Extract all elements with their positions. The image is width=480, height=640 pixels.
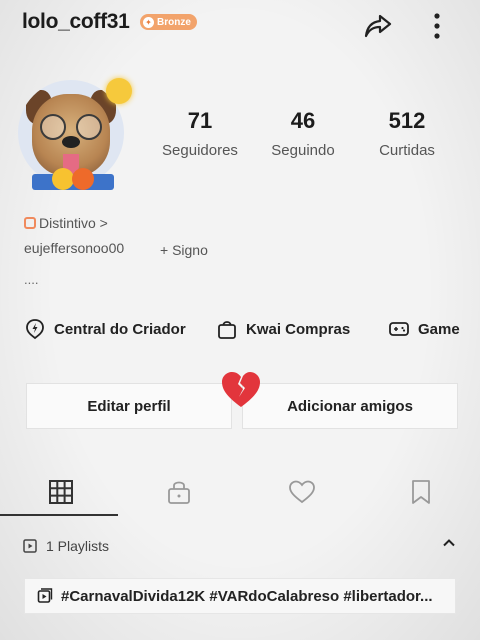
avatar-face <box>32 94 110 176</box>
creator-center-shortcut[interactable]: Central do Criador <box>24 318 186 340</box>
following-count: 46 <box>290 108 316 133</box>
badge-label: Bronze <box>157 16 191 28</box>
shopping-bag-icon <box>218 321 236 339</box>
likes-count: 512 <box>388 108 426 133</box>
edit-profile-button[interactable]: Editar perfil <box>26 383 232 429</box>
add-signo-button[interactable]: + Signo <box>160 242 208 258</box>
playlist-icon <box>37 588 53 603</box>
followers-label: Seguidores <box>162 142 238 159</box>
creator-center-icon <box>26 319 44 340</box>
avatar[interactable] <box>14 78 132 196</box>
heart-icon[interactable] <box>288 478 316 506</box>
game-shortcut[interactable]: Game <box>388 318 460 340</box>
gamepad-icon <box>389 322 409 336</box>
bookmark-icon[interactable] <box>407 478 435 506</box>
distintivo-icon <box>24 217 36 229</box>
more-options-icon[interactable] <box>426 10 448 42</box>
user-handle: eujeffersonoo00 <box>24 240 125 256</box>
distintivo-label: Distintivo > <box>39 215 108 231</box>
playlist-icon <box>23 539 37 553</box>
likes-stat[interactable]: 512 Curtidas <box>376 108 438 159</box>
followers-count: 71 <box>187 108 213 133</box>
kwai-shopping-label: Kwai Compras <box>246 320 351 338</box>
username: lolo_coff31 <box>22 10 130 33</box>
medal-icon: ✦ <box>143 16 154 28</box>
bronze-badge[interactable]: ✦ Bronze <box>140 14 197 30</box>
avatar-nose <box>62 136 80 148</box>
playlist-title: #CarnavalDivida12K #VARdoCalabreso #libe… <box>61 587 433 605</box>
avatar-glasses-left <box>40 114 66 140</box>
kwai-shopping-shortcut[interactable]: Kwai Compras <box>216 318 350 340</box>
following-stat[interactable]: 46 Seguindo <box>266 108 340 159</box>
flower-sticker-icon <box>52 168 74 190</box>
following-label: Seguindo <box>271 142 335 159</box>
flower-sticker-icon <box>72 168 94 190</box>
broken-heart-icon <box>222 372 260 407</box>
avatar-glasses-right <box>76 114 102 140</box>
lock-icon[interactable] <box>165 478 193 506</box>
distintivo-link[interactable]: Distintivo > <box>24 215 108 231</box>
followers-stat[interactable]: 71 Seguidores <box>156 108 244 159</box>
playlist-item[interactable]: #CarnavalDivida12K #VARdoCalabreso #libe… <box>24 578 456 614</box>
sun-sticker-icon <box>106 78 132 104</box>
likes-label: Curtidas <box>379 142 435 159</box>
add-friends-button[interactable]: Adicionar amigos <box>242 383 458 429</box>
bio-ellipsis: .... <box>24 272 39 287</box>
active-tab-indicator <box>0 514 118 516</box>
grid-icon[interactable] <box>47 478 75 506</box>
creator-center-label: Central do Criador <box>54 320 186 338</box>
share-icon[interactable] <box>362 10 394 42</box>
playlists-header[interactable]: 1 Playlists <box>22 538 109 554</box>
playlists-count-label: 1 Playlists <box>46 538 110 554</box>
game-label: Game <box>418 320 460 338</box>
chevron-up-icon[interactable] <box>440 534 458 552</box>
